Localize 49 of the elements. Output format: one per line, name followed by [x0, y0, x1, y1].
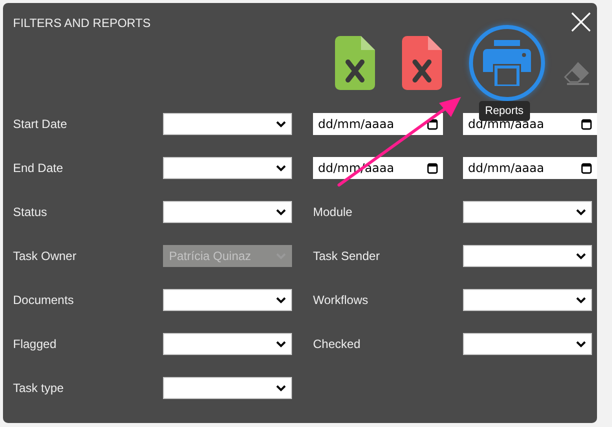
close-button[interactable] [571, 12, 591, 32]
dropdown[interactable] [463, 333, 592, 355]
calendar-icon [581, 162, 592, 174]
chevron-down-icon [576, 340, 586, 348]
date-field[interactable]: dd/mm/aaaa [313, 113, 443, 135]
dropdown[interactable] [163, 201, 292, 223]
tooltip: Reports [479, 101, 530, 121]
field-label: Flagged [13, 336, 58, 353]
chevron-down-icon [276, 340, 286, 348]
calendar-icon [427, 162, 438, 174]
chevron-down-icon [576, 296, 586, 304]
field-label: Module [313, 204, 354, 221]
field-label: Status [13, 204, 48, 221]
chevron-down-icon [576, 252, 586, 260]
dropdown[interactable] [163, 377, 292, 399]
field-label: Start Date [13, 116, 68, 133]
eraser-button[interactable] [564, 60, 590, 86]
spreadsheet-export-button[interactable] [402, 36, 442, 90]
field-label: Checked [313, 336, 362, 353]
field-label: Workflows [313, 292, 370, 309]
dropdown[interactable] [463, 245, 592, 267]
dropdown[interactable] [163, 289, 292, 311]
dropdown[interactable] [463, 201, 592, 223]
chevron-down-icon [276, 296, 286, 304]
eraser-icon [564, 61, 590, 85]
dropdown[interactable] [163, 157, 292, 179]
calendar-icon [427, 118, 438, 130]
calendar-icon [581, 118, 592, 130]
field-label: End Date [13, 160, 64, 177]
date-field[interactable]: dd/mm/aaaa [463, 157, 597, 179]
file-x-icon [335, 36, 375, 90]
dialog-title: FILTERS AND REPORTS [13, 16, 151, 32]
field-label: Task Sender [313, 248, 381, 265]
field-label: Task type [13, 380, 65, 397]
chevron-down-icon [276, 164, 286, 172]
field-label: Task Owner [13, 248, 78, 265]
file-x-icon [402, 36, 442, 90]
chevron-down-icon [276, 120, 286, 128]
field-label: Documents [13, 292, 75, 309]
printer-icon [483, 40, 531, 86]
chevron-down-icon [276, 208, 286, 216]
chevron-down-icon [276, 384, 286, 392]
dropdown[interactable] [163, 113, 292, 135]
close-icon [571, 12, 591, 32]
dropdown[interactable] [163, 333, 292, 355]
chevron-down-icon [576, 208, 586, 216]
spreadsheet-export-button[interactable] [335, 36, 375, 90]
print-button[interactable] [469, 25, 545, 101]
dropdown[interactable] [463, 289, 592, 311]
